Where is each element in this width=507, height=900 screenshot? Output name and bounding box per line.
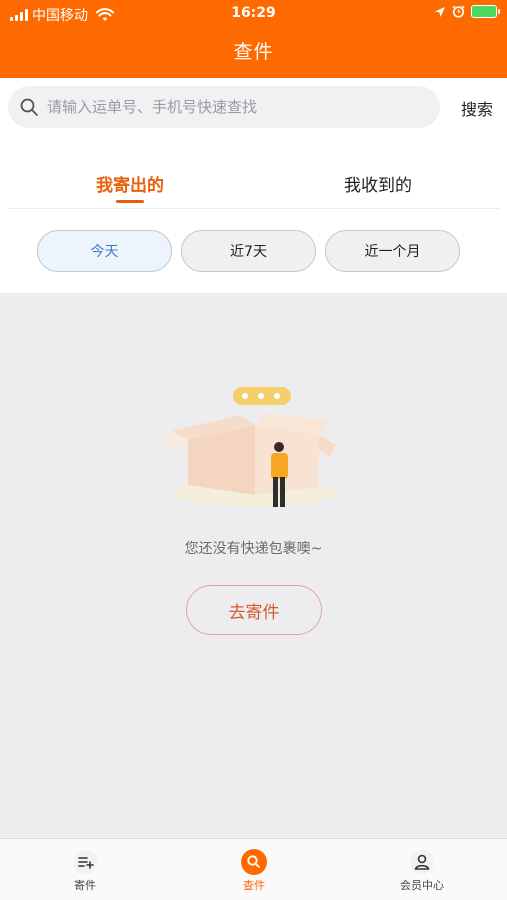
empty-message: 您还没有快递包裹噢~ (184, 541, 323, 557)
search-button[interactable]: 搜索 (461, 96, 493, 120)
filter-today[interactable]: 今天 (37, 230, 172, 272)
go-send-button[interactable]: 去寄件 (186, 585, 322, 635)
status-time: 16:29 (231, 5, 276, 21)
tabbar-query-label: 查件 (243, 879, 265, 892)
tabbar-member[interactable]: 会员中心 (377, 849, 467, 893)
filter-1-month[interactable]: 近一个月 (325, 230, 460, 272)
search-panel: 搜索 我寄出的 我收到的 今天 近7天 近一个月 (0, 78, 507, 293)
search-icon (241, 849, 267, 875)
empty-box-illustration (162, 387, 337, 507)
shipment-tabs: 我寄出的 我收到的 (8, 163, 500, 209)
status-bar: 中国移动 16:29 (0, 0, 507, 28)
tabbar-send[interactable]: 寄件 (40, 849, 130, 893)
alarm-icon (452, 5, 465, 18)
app-header: 中国移动 16:29 查件 (0, 0, 507, 78)
search-icon (20, 98, 38, 116)
date-filters: 今天 近7天 近一个月 (37, 230, 460, 272)
user-icon (410, 850, 434, 874)
filter-7-days[interactable]: 近7天 (181, 230, 316, 272)
page-title: 查件 (233, 41, 274, 63)
battery-icon (471, 5, 500, 18)
tab-sent[interactable]: 我寄出的 (30, 171, 230, 196)
tabbar-send-label: 寄件 (74, 879, 96, 892)
search-box[interactable] (8, 86, 440, 128)
send-package-icon (73, 850, 97, 874)
tabbar-member-label: 会员中心 (400, 879, 444, 892)
tabbar-query[interactable]: 查件 (209, 849, 299, 893)
active-tab-indicator (116, 200, 144, 203)
location-arrow-icon (435, 6, 445, 17)
bottom-tab-bar: 寄件 查件 会员中心 (0, 838, 507, 900)
tab-received[interactable]: 我收到的 (278, 171, 478, 196)
search-input[interactable] (47, 98, 427, 116)
